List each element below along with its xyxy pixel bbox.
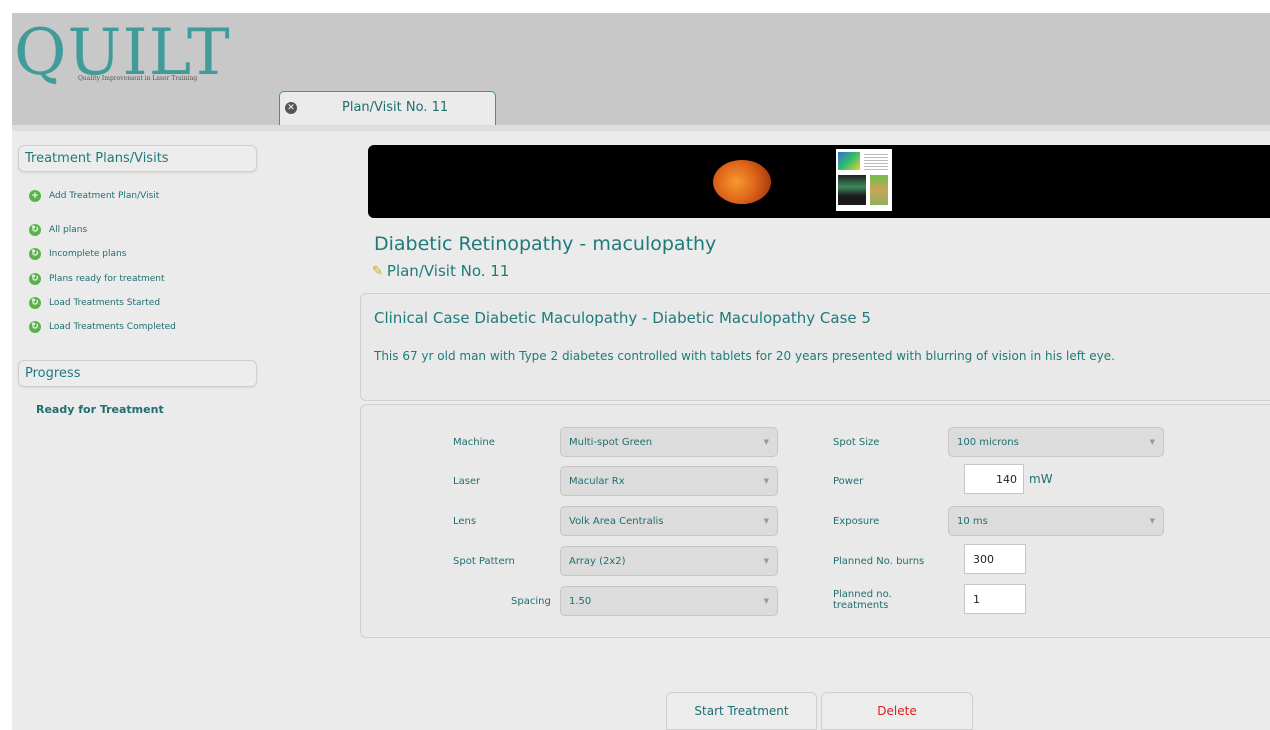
case-title: Clinical Case Diabetic Maculopathy - Dia…: [374, 309, 871, 327]
plan-visit-subtitle[interactable]: ✎ Plan/Visit No. 11: [372, 262, 509, 280]
planned-burns-label: Planned No. burns: [833, 556, 925, 567]
machine-label: Machine: [453, 437, 495, 448]
chevron-down-icon: ▼: [763, 517, 769, 525]
pencil-icon[interactable]: ✎: [372, 264, 383, 279]
treatment-plans-header[interactable]: Treatment Plans/Visits: [18, 145, 257, 172]
plan-visit-label: Plan/Visit No. 11: [386, 262, 510, 280]
tab-label: Plan/Visit No. 11: [342, 100, 449, 115]
power-label: Power: [833, 476, 864, 487]
app-window: QUILT Quality Improvement in Laser Train…: [12, 13, 1270, 730]
page-title: Diabetic Retinopathy - maculopathy: [374, 233, 717, 255]
laser-settings-panel: Machine Multi-spot Green ▼ Laser Macular…: [360, 404, 1270, 638]
laser-label: Laser: [453, 476, 481, 487]
case-description: This 67 yr old man with Type 2 diabetes …: [374, 349, 1115, 363]
oct-image[interactable]: [836, 149, 892, 211]
refresh-arrow-icon: ↻: [29, 273, 41, 285]
sidebar-item-label: Load Treatments Completed: [49, 322, 176, 332]
spacing-value: 1.50: [569, 596, 592, 607]
fundus-image[interactable]: [713, 160, 771, 204]
machine-value: Multi-spot Green: [569, 437, 653, 448]
laser-select[interactable]: Macular Rx ▼: [560, 466, 778, 496]
progress-header[interactable]: Progress: [18, 360, 257, 387]
sidebar-item-label: All plans: [49, 225, 88, 235]
exposure-label: Exposure: [833, 516, 880, 527]
sidebar-item-label: Plans ready for treatment: [49, 274, 165, 284]
refresh-arrow-icon: ↻: [29, 321, 41, 333]
chevron-down-icon: ▼: [763, 597, 769, 605]
chevron-down-icon: ▼: [763, 477, 769, 485]
add-treatment-plan-link[interactable]: + Add Treatment Plan/Visit: [29, 190, 159, 202]
oct-thickness: [870, 175, 888, 205]
spacing-label: Spacing: [511, 596, 551, 607]
chevron-down-icon: ▼: [1149, 517, 1155, 525]
chevron-down-icon: ▼: [763, 557, 769, 565]
header-subbar: [12, 125, 1270, 131]
sidebar-item-label: Load Treatments Started: [49, 298, 161, 308]
lens-value: Volk Area Centralis: [569, 516, 664, 527]
sidebar-item-all-plans[interactable]: ↻ All plans: [29, 224, 87, 236]
oct-grid: [864, 152, 888, 170]
close-icon[interactable]: ✕: [285, 102, 297, 114]
logo-subtitle: Quality Improvement in Laser Training: [78, 75, 198, 82]
refresh-arrow-icon: ↻: [29, 248, 41, 260]
sidebar-item-treatments-started[interactable]: ↻ Load Treatments Started: [29, 297, 160, 309]
sidebar-item-ready-plans[interactable]: ↻ Plans ready for treatment: [29, 273, 165, 285]
start-treatment-button[interactable]: Start Treatment: [666, 692, 817, 730]
oct-map: [838, 152, 860, 170]
power-input[interactable]: 140: [964, 464, 1024, 494]
oct-scan: [838, 175, 866, 205]
chevron-down-icon: ▼: [763, 438, 769, 446]
clinical-case-panel: Clinical Case Diabetic Maculopathy - Dia…: [360, 293, 1270, 401]
planned-burns-input[interactable]: 300: [964, 544, 1026, 574]
exposure-value: 10 ms: [957, 516, 988, 527]
spot-size-value: 100 microns: [957, 437, 1019, 448]
app-header: QUILT Quality Improvement in Laser Train…: [12, 13, 1270, 125]
sidebar-item-incomplete-plans[interactable]: ↻ Incomplete plans: [29, 248, 126, 260]
progress-status: Ready for Treatment: [36, 403, 164, 416]
power-unit: mW: [1029, 472, 1053, 486]
lens-select[interactable]: Volk Area Centralis ▼: [560, 506, 778, 536]
spot-pattern-label: Spot Pattern: [453, 556, 515, 567]
refresh-arrow-icon: ↻: [29, 297, 41, 309]
spot-size-select[interactable]: 100 microns ▼: [948, 427, 1164, 457]
lens-label: Lens: [453, 516, 477, 527]
spot-pattern-select[interactable]: Array (2x2) ▼: [560, 546, 778, 576]
chevron-down-icon: ▼: [1149, 438, 1155, 446]
spot-size-label: Spot Size: [833, 437, 880, 448]
sidebar-item-treatments-completed[interactable]: ↻ Load Treatments Completed: [29, 321, 176, 333]
add-treatment-plan-label: Add Treatment Plan/Visit: [49, 191, 160, 201]
delete-button[interactable]: Delete: [821, 692, 973, 730]
laser-value: Macular Rx: [569, 476, 625, 487]
refresh-arrow-icon: ↻: [29, 224, 41, 236]
spacing-select[interactable]: 1.50 ▼: [560, 586, 778, 616]
image-strip: [368, 145, 1270, 218]
planned-treatments-label: Planned no. treatments: [833, 589, 892, 611]
machine-select[interactable]: Multi-spot Green ▼: [560, 427, 778, 457]
spot-pattern-value: Array (2x2): [569, 556, 626, 567]
sidebar-item-label: Incomplete plans: [49, 249, 127, 259]
tab-plan-visit[interactable]: ✕ Plan/Visit No. 11: [279, 91, 496, 125]
planned-treatments-input[interactable]: 1: [964, 584, 1026, 614]
exposure-select[interactable]: 10 ms ▼: [948, 506, 1164, 536]
plus-circle-icon: +: [29, 190, 41, 202]
